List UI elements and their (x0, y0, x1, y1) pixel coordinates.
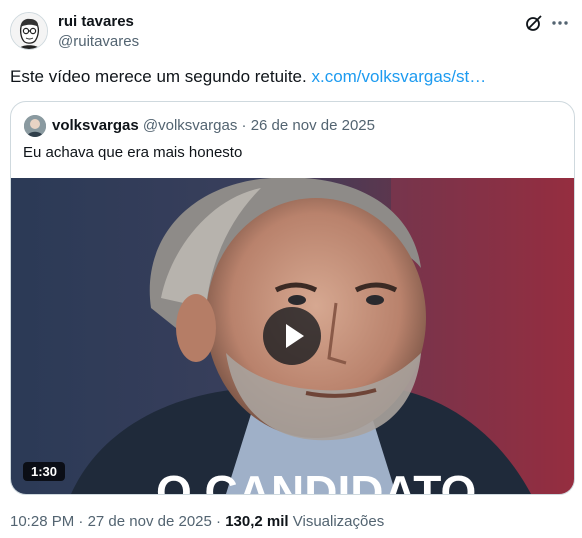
quoted-avatar-icon (24, 115, 46, 137)
tweet-footer: 10:28 PM · 27 de nov de 2025 · 130,2 mil… (10, 513, 384, 530)
author-handle[interactable]: @ruitavares (58, 33, 139, 50)
video-overlay-text: O CANDIDATO (156, 466, 476, 494)
quoted-text: Eu achava que era mais honesto (23, 144, 243, 161)
quoted-date[interactable]: 26 de nov de 2025 (251, 117, 375, 134)
quoted-separator: · (241, 117, 247, 134)
play-button[interactable] (263, 307, 321, 365)
avatar-illustration-icon (11, 13, 47, 49)
play-icon (286, 324, 304, 348)
quoted-avatar[interactable] (24, 115, 46, 137)
author-avatar[interactable] (10, 12, 48, 50)
quoted-name[interactable]: volksvargas (52, 117, 139, 134)
footer-separator: · (78, 513, 84, 530)
video-duration: 1:30 (23, 462, 66, 481)
more-icon[interactable] (550, 13, 570, 33)
tweet-link[interactable]: x.com/volksvargas/st… (311, 67, 486, 86)
post-date[interactable]: 27 de nov de 2025 (88, 513, 212, 530)
tweet-header: rui tavares @ruitavares (10, 10, 570, 54)
views-count: 130,2 mil (225, 513, 289, 530)
views-label: Visualizações (292, 513, 385, 530)
post-time[interactable]: 10:28 PM (10, 513, 74, 530)
footer-separator-2: · (216, 513, 222, 530)
quoted-handle[interactable]: @volksvargas (143, 117, 237, 134)
tweet-body: Este vídeo merece um segundo retuite. (10, 67, 307, 86)
video-player[interactable]: O CANDIDATO 1:30 (11, 178, 574, 494)
quoted-header: volksvargas @volksvargas · 26 de nov de … (52, 117, 375, 134)
grok-icon[interactable] (524, 13, 544, 33)
tweet-text: Este vídeo merece um segundo retuite. x.… (10, 67, 486, 87)
author-name[interactable]: rui tavares (58, 13, 134, 30)
quoted-tweet[interactable]: volksvargas @volksvargas · 26 de nov de … (10, 101, 575, 495)
